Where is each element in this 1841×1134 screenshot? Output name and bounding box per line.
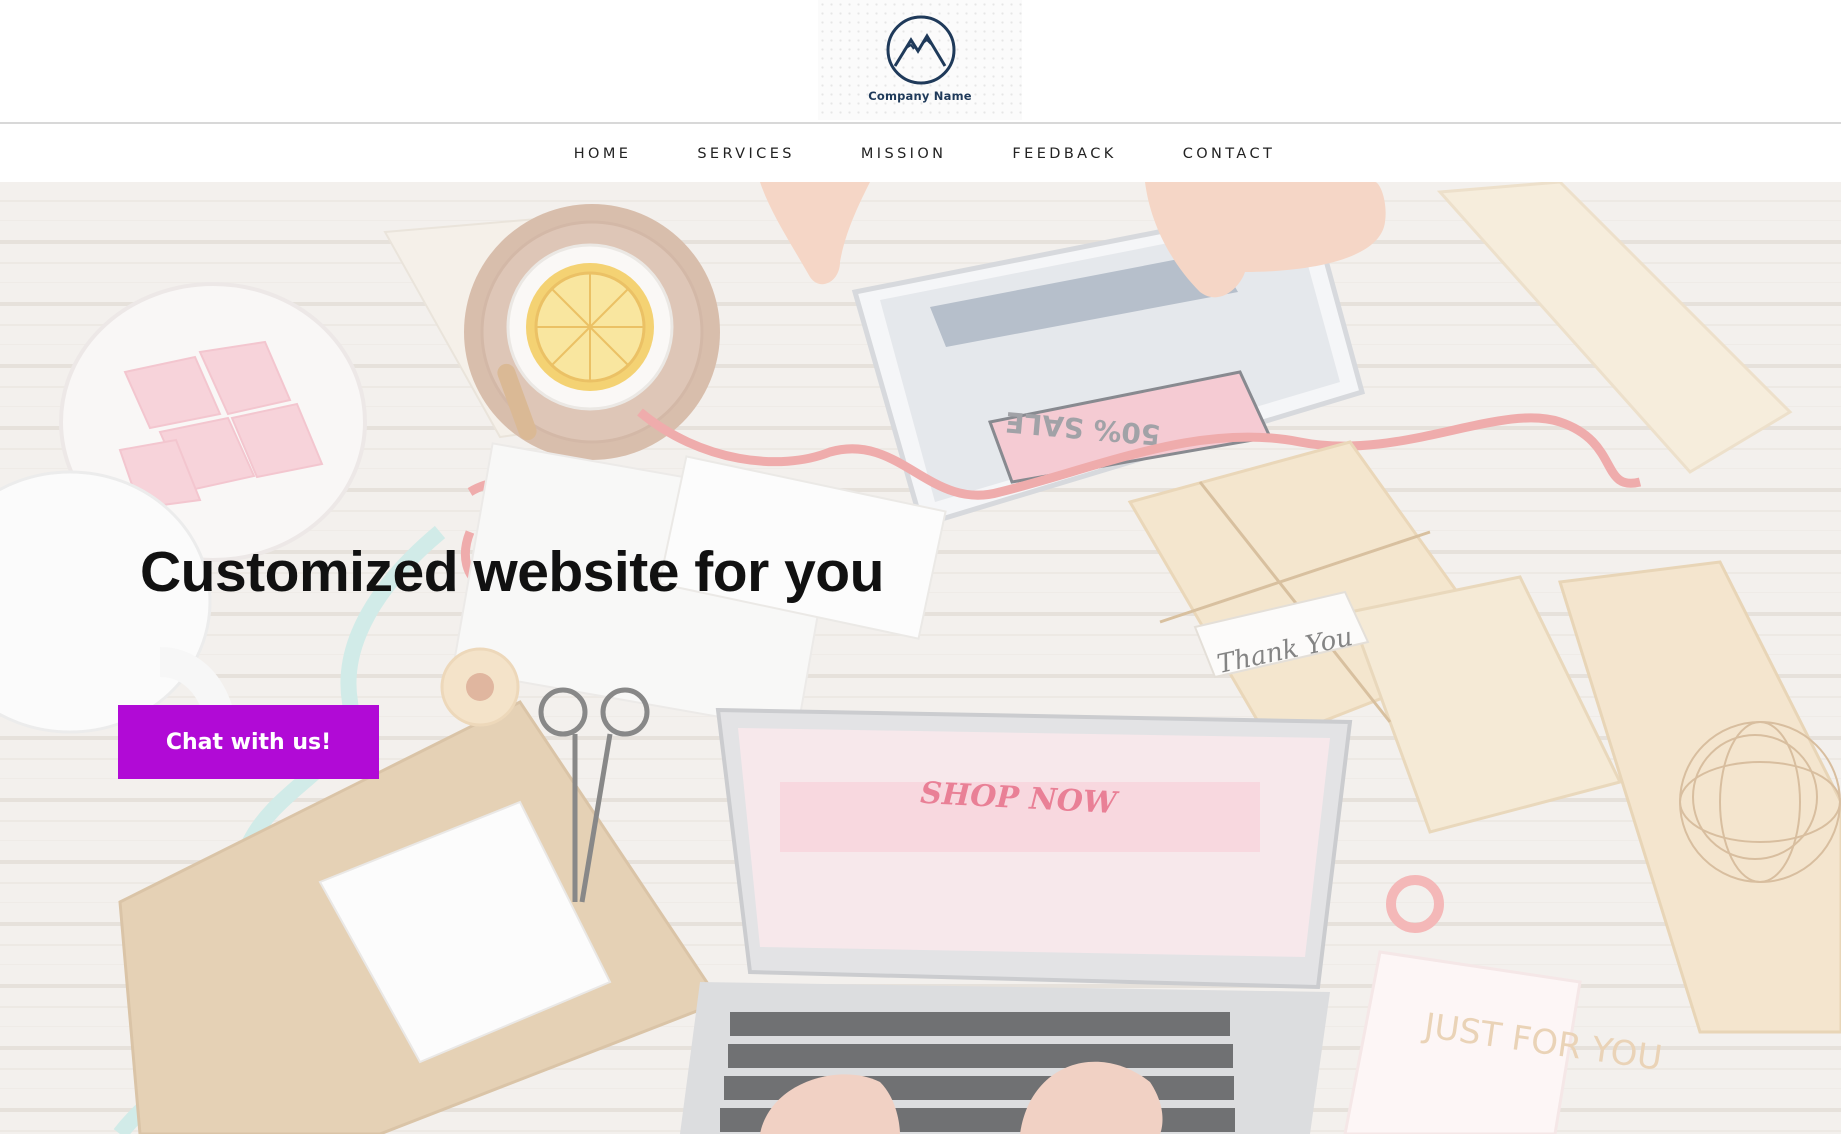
site-header: Company Name [0, 0, 1841, 124]
nav-link-feedback[interactable]: FEEDBACK [1012, 146, 1116, 162]
main-nav: HOME SERVICES MISSION FEEDBACK CONTACT [0, 126, 1841, 182]
chat-button[interactable]: Chat with us! [118, 705, 379, 779]
hero-section: 50% SALE Thank You SHOP NOW JUST FOR YOU… [0, 182, 1841, 1134]
hero-heading: Customized website for you [140, 540, 884, 604]
hero-overlay [0, 182, 1841, 1134]
nav-link-contact[interactable]: CONTACT [1183, 146, 1276, 162]
nav-link-services[interactable]: SERVICES [697, 146, 795, 162]
mountain-icon [886, 15, 956, 85]
company-logo[interactable]: Company Name [818, 0, 1022, 120]
nav-link-mission[interactable]: MISSION [861, 146, 947, 162]
nav-link-home[interactable]: HOME [574, 146, 632, 162]
company-name: Company Name [868, 89, 972, 103]
